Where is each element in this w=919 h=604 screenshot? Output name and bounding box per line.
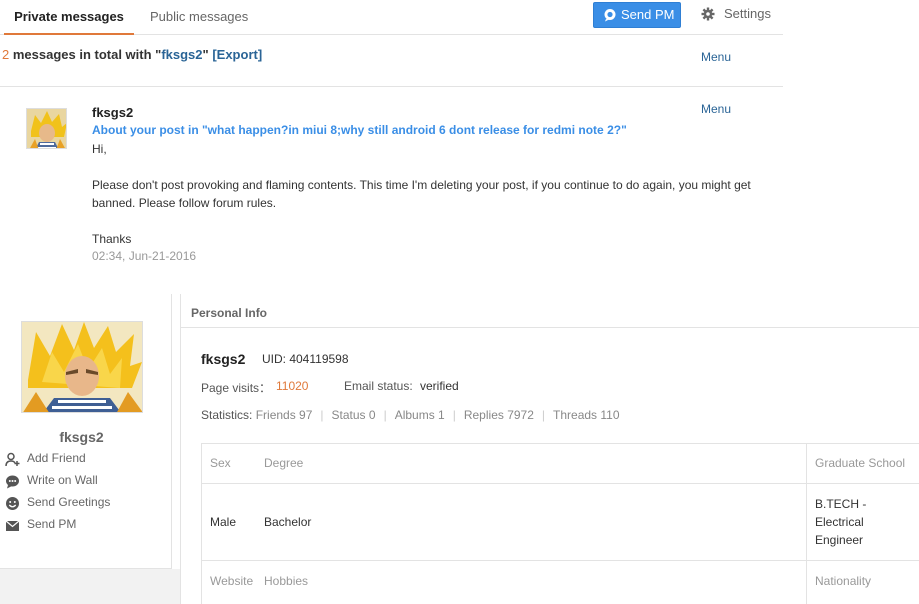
page-visits-value: 11020 — [276, 379, 309, 393]
personal-info-uid: UID: 404119598 — [262, 352, 349, 366]
header-hobbies: Hobbies — [264, 574, 309, 588]
message-body-line-2: banned. Please follow forum rules. — [92, 196, 277, 210]
table-border-top — [201, 443, 919, 444]
summary-user-link[interactable]: fksgs2 — [161, 47, 202, 62]
export-link[interactable]: [Export] — [212, 47, 262, 62]
smiley-icon — [6, 497, 19, 510]
stat-separator: | — [452, 408, 456, 422]
summary-text: messages in total with " — [9, 47, 162, 62]
message-body-line-1: Please don't post provoking and flaming … — [92, 178, 751, 192]
stat-albums[interactable]: Albums 1 — [395, 408, 445, 422]
email-status-label: Email status: — [344, 379, 413, 393]
speech-bubble-icon — [6, 475, 19, 489]
statistics-label: Statistics: — [201, 408, 253, 422]
table-row-divider — [201, 483, 919, 484]
sidebar-footer — [0, 569, 180, 604]
personal-info-header: Personal Info — [181, 294, 919, 328]
message-subject[interactable]: About your post in "what happen?in miui … — [92, 123, 627, 137]
personal-info-title: Personal Info — [191, 306, 268, 320]
message-greeting: Hi, — [92, 142, 107, 156]
message-timestamp: 02:34, Jun-21-2016 — [92, 249, 197, 263]
personal-info-name: fksgs2 — [201, 351, 246, 367]
email-status-value: verified — [420, 379, 459, 393]
stat-separator: | — [383, 408, 387, 422]
message-sender[interactable]: fksgs2 — [92, 105, 133, 120]
table-border-left — [201, 443, 202, 604]
value-graduate-school-line-1: B.TECH - — [815, 497, 867, 511]
gear-icon — [701, 7, 715, 21]
header-nationality: Nationality — [815, 574, 872, 588]
stat-separator: | — [541, 408, 546, 422]
table-column-divider — [806, 443, 807, 604]
page-visits-label: Page visits： — [201, 381, 272, 395]
stat-status[interactable]: Status 0 — [332, 408, 376, 422]
header-sex: Sex — [210, 456, 231, 470]
write-on-wall-label: Write on Wall — [27, 473, 98, 487]
stat-replies[interactable]: Replies 7972 — [464, 408, 534, 422]
add-friend-icon — [5, 452, 20, 467]
settings-label: Settings — [724, 6, 771, 21]
message-menu-link[interactable]: Menu — [701, 102, 731, 116]
send-pm-label: Send PM — [621, 7, 675, 22]
value-graduate-school-line-3: Engineer — [815, 533, 864, 547]
profile-card: fksgs2 Add Friend Write on Wall Send Gre… — [0, 294, 172, 569]
message-item: fksgs2 About your post in "what happen?i… — [0, 88, 783, 288]
message-count-line: 2 messages in total with "fksgs2" [Expor… — [2, 47, 262, 62]
chat-bubble-icon — [604, 9, 616, 22]
sender-avatar[interactable] — [26, 108, 67, 149]
add-friend-label: Add Friend — [27, 451, 86, 465]
value-graduate-school-line-2: Electrical — [815, 515, 864, 529]
profile-name: fksgs2 — [59, 429, 104, 445]
column-divider — [180, 294, 181, 604]
header-website: Website — [210, 574, 254, 588]
envelope-icon — [5, 520, 20, 531]
header-graduate-school: Graduate School — [815, 456, 906, 470]
stat-friends[interactable]: Friends 97 — [256, 408, 313, 422]
send-greetings-label: Send Greetings — [27, 495, 111, 509]
value-sex: Male — [210, 515, 237, 529]
stat-separator: | — [320, 408, 324, 422]
stat-threads[interactable]: Threads 110 — [553, 408, 620, 422]
value-degree: Bachelor — [264, 515, 312, 529]
tab-private-messages[interactable]: Private messages — [4, 0, 134, 35]
avatar-image — [27, 109, 66, 148]
tab-public-messages[interactable]: Public messages — [150, 0, 248, 35]
table-row-divider — [201, 560, 919, 561]
profile-image — [22, 322, 142, 412]
statistics-line: Statistics: Friends 97 | Status 0 | Albums 1… — [201, 408, 620, 422]
send-pm-action-label: Send PM — [27, 517, 77, 531]
send-pm-button[interactable]: Send PM — [593, 2, 681, 28]
message-signoff: Thanks — [92, 232, 132, 246]
header-degree: Degree — [264, 456, 304, 470]
conversation-menu-link[interactable]: Menu — [701, 50, 731, 64]
summary-quote: " — [202, 47, 209, 62]
conversation-summary: 2 messages in total with "fksgs2" [Expor… — [0, 35, 783, 87]
profile-picture[interactable] — [21, 321, 143, 413]
